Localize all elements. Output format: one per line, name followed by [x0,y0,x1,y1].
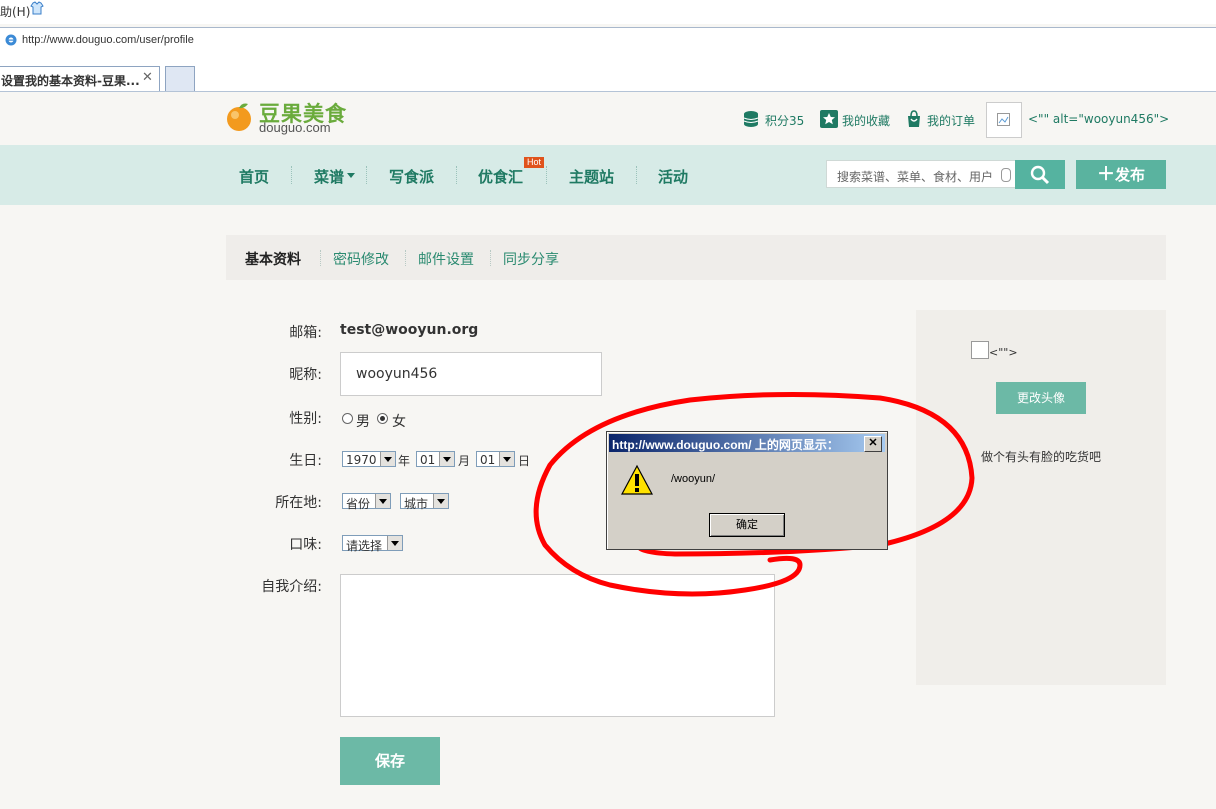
month-unit: 月 [458,454,471,468]
warning-icon [621,464,653,495]
birth-day-select[interactable]: 01 [476,451,515,467]
nickname-label: 昵称: [289,367,322,383]
city-select[interactable]: 城市 [400,493,449,511]
tab-divider [490,250,492,266]
email-value: test@wooyun.org [340,322,479,338]
nav-writing[interactable]: 写食派 [389,166,434,187]
nav-home[interactable]: 首页 [239,166,269,187]
points-link[interactable]: 积分35 [765,112,804,129]
search-button[interactable] [1015,160,1065,189]
search-icon [1030,165,1050,185]
birth-month-select[interactable]: 01 [416,451,455,467]
publish-button[interactable]: ＋发布 [1076,160,1166,189]
ie-icon [5,34,17,46]
search-input[interactable]: 搜索菜谱、菜单、食材、用户 [826,160,1016,188]
gender-female-radio[interactable] [377,413,388,424]
ok-button[interactable]: 确定 [709,513,785,537]
plus-icon: ＋ [1096,164,1115,185]
location-label: 所在地: [275,495,322,511]
nav-youshihui[interactable]: 优食汇 [478,166,523,187]
tab-basic-info[interactable]: 基本资料 [245,249,301,269]
orders-link[interactable]: 我的订单 [927,112,975,129]
nav-divider [636,166,638,184]
day-unit: 日 [518,454,531,468]
user-avatar[interactable] [986,102,1022,138]
address-url[interactable]: http://www.douguo.com/user/profile [22,34,194,46]
gender-male-label: 男 [356,414,370,430]
logo-domain[interactable]: douguo.com [259,120,331,135]
year-unit: 年 [398,454,411,468]
broken-alt-text: <""> [989,346,1018,359]
nav-divider [456,166,458,184]
help-menu[interactable]: 助(H) [0,3,30,20]
microphone-icon[interactable] [1001,168,1011,182]
points-coins-icon [743,111,759,127]
dialog-message: /wooyun/ [671,473,716,485]
nav-divider [546,166,548,184]
gender-male-radio[interactable] [342,413,353,424]
broken-image-icon [971,341,989,359]
email-label: 邮箱: [289,325,322,341]
bio-label: 自我介绍: [261,579,322,595]
avatar-alt-text[interactable]: <"" alt="wooyun456"> [1028,112,1169,126]
tab-divider [320,250,322,266]
tab-password[interactable]: 密码修改 [333,249,389,269]
save-button[interactable]: 保存 [340,737,440,785]
shopping-bag-icon [908,110,920,127]
nav-divider [366,166,368,184]
bio-textarea[interactable] [340,574,775,717]
new-tab-button[interactable] [165,66,195,91]
tshirt-icon[interactable] [30,1,44,15]
nav-activities[interactable]: 活动 [658,166,688,187]
dropdown-arrow-icon [433,494,448,508]
logo-fruit-icon[interactable] [224,102,254,132]
nickname-value: wooyun456 [356,366,438,382]
dialog-titlebar[interactable]: http://www.douguo.com/ 上的网页显示： ✕ [609,434,885,452]
dropdown-arrow-icon [387,536,402,550]
taste-label: 口味: [289,537,322,553]
tab-title: 设置我的基本资料-豆果... [1,74,140,88]
publish-label: 发布 [1114,166,1145,184]
gender-label: 性别: [289,411,322,427]
birthday-label: 生日: [289,453,322,469]
broken-image-icon [997,113,1010,126]
dropdown-arrow-icon [380,452,395,466]
search-placeholder: 搜索菜谱、菜单、食材、用户 [837,170,994,184]
tab-sync-share[interactable]: 同步分享 [503,249,559,269]
star-favorite-icon [820,110,838,128]
dropdown-arrow-icon [375,494,390,508]
chevron-down-icon [347,173,355,178]
browser-menubar: 助(H) [0,0,1216,24]
nav-theme-sites[interactable]: 主题站 [569,166,614,187]
address-bar[interactable]: http://www.douguo.com/user/profile [0,27,1216,53]
dropdown-arrow-icon [499,452,514,466]
nav-recipes[interactable]: 菜谱 [314,166,344,187]
tab-close-icon[interactable]: ✕ [142,70,153,85]
nav-divider [291,166,293,184]
change-avatar-button[interactable]: 更改头像 [996,382,1086,414]
tab-divider [405,250,407,266]
province-select[interactable]: 省份 [342,493,391,511]
taste-select[interactable]: 请选择 [342,535,403,553]
tab-email-settings[interactable]: 邮件设置 [418,249,474,269]
avatar-panel [916,310,1166,685]
alert-dialog: http://www.douguo.com/ 上的网页显示： ✕ /wooyun… [606,431,888,550]
dropdown-arrow-icon [439,452,454,466]
gender-female-label: 女 [392,414,406,430]
nickname-field[interactable]: wooyun456 [340,352,602,396]
favorites-link[interactable]: 我的收藏 [842,112,890,129]
dialog-title: http://www.douguo.com/ 上的网页显示： [612,438,839,452]
browser-tab-active[interactable]: 设置我的基本资料-豆果... ✕ [0,66,160,91]
avatar-slogan: 做个有头有脸的吃货吧 [981,450,1102,464]
birth-year-select[interactable]: 1970 [342,451,396,467]
close-icon[interactable]: ✕ [864,436,882,452]
browser-tabbar: 设置我的基本资料-豆果... ✕ [0,51,1216,92]
hot-badge: Hot [524,157,545,168]
